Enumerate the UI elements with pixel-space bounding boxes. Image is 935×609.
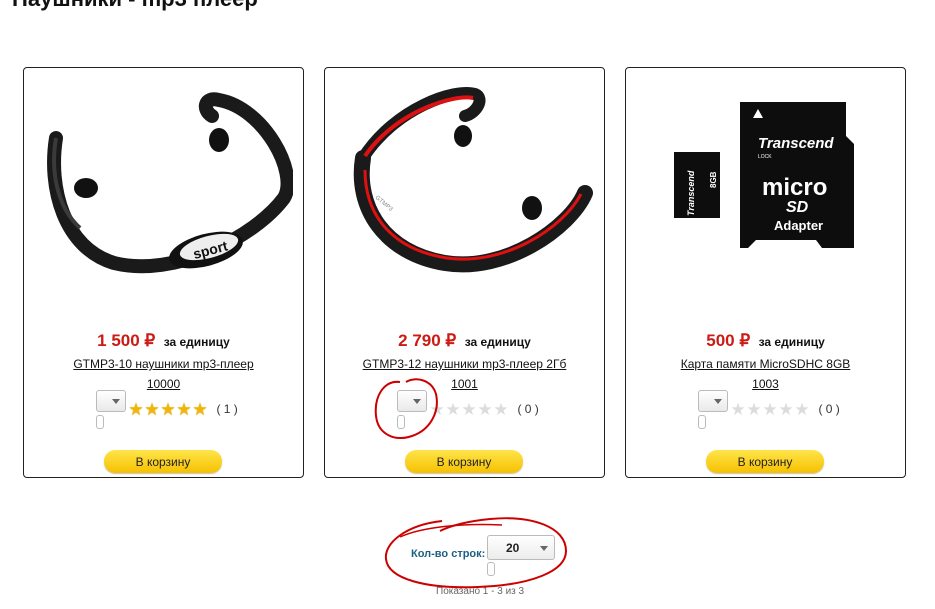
rows-per-page-value: 20: [506, 541, 520, 555]
product-image[interactable]: Transcend LOCK micro SD Adapter Transcen…: [636, 78, 895, 338]
sport-headphones-red-icon: GTMP3: [353, 87, 593, 273]
micro-label: micro: [762, 174, 827, 201]
rows-per-page-select[interactable]: 20: [487, 535, 555, 560]
adapter-label: Adapter: [774, 218, 823, 233]
product-image[interactable]: sport: [34, 78, 293, 338]
star-icon[interactable]: ★: [778, 401, 794, 418]
product-card: sport 1 500 ₽ за единицу GTMP3-10 наушни…: [23, 67, 304, 478]
brand-label: Transcend: [758, 135, 834, 152]
add-to-cart-button[interactable]: В корзину: [405, 450, 523, 473]
price-unit: за единицу: [758, 335, 825, 349]
star-icon[interactable]: ★: [429, 401, 445, 418]
quantity-resize-handle[interactable]: [96, 415, 104, 429]
votes-count: ( 0 ): [517, 402, 539, 416]
rating-stars: ★★★★★ ( 1 ): [128, 401, 238, 420]
quantity-select[interactable]: [397, 390, 427, 412]
chevron-down-icon: [540, 546, 548, 551]
star-icon[interactable]: ★: [160, 401, 176, 418]
lock-label: LOCK: [758, 154, 772, 160]
chevron-down-icon: [413, 399, 421, 404]
star-icon[interactable]: ★: [746, 401, 762, 418]
star-icon[interactable]: ★: [192, 401, 208, 418]
add-to-cart-button[interactable]: В корзину: [104, 450, 222, 473]
product-code-link[interactable]: 10000: [24, 377, 303, 391]
rows-select-resize-handle[interactable]: [487, 562, 495, 576]
star-icon[interactable]: ★: [176, 401, 192, 418]
star-icon[interactable]: ★: [794, 401, 810, 418]
star-icon[interactable]: ★: [477, 401, 493, 418]
product-price: 500 ₽: [706, 331, 751, 350]
votes-count: ( 1 ): [216, 402, 238, 416]
quantity-select[interactable]: [698, 390, 728, 412]
star-icon[interactable]: ★: [762, 401, 778, 418]
results-count: Показано 1 - 3 из 3: [436, 586, 525, 597]
star-icon[interactable]: ★: [730, 401, 746, 418]
price-unit: за единицу: [464, 335, 531, 349]
capacity-label: 8GB: [709, 171, 718, 188]
star-icon[interactable]: ★: [144, 401, 160, 418]
product-card: GTMP3 2 790 ₽ за единицу GTMP3-12 наушни…: [324, 67, 605, 478]
quantity-resize-handle[interactable]: [698, 415, 706, 429]
sport-headphones-icon: sport: [47, 92, 293, 274]
star-icon[interactable]: ★: [461, 401, 477, 418]
star-icon[interactable]: ★: [493, 401, 509, 418]
quantity-resize-handle[interactable]: [397, 415, 405, 429]
star-icon[interactable]: ★: [128, 401, 144, 418]
quantity-select[interactable]: [96, 390, 126, 412]
product-code-link[interactable]: 1003: [626, 377, 905, 391]
product-name-link[interactable]: Карта памяти MicroSDHC 8GB: [626, 357, 905, 371]
rating-stars: ★★★★★ ( 0 ): [429, 401, 539, 420]
product-price: 1 500 ₽: [97, 331, 156, 350]
star-icon[interactable]: ★: [445, 401, 461, 418]
product-name-link[interactable]: GTMP3-10 наушники mp3-плеер: [24, 357, 303, 371]
microsd-card-icon: Transcend LOCK micro SD Adapter Transcen…: [674, 102, 854, 248]
product-image[interactable]: GTMP3: [335, 78, 594, 338]
sd-label: SD: [786, 199, 809, 216]
product-card: Transcend LOCK micro SD Adapter Transcen…: [625, 67, 906, 478]
page-title: Наушники - mp3 плеер: [12, 0, 258, 12]
product-name-link[interactable]: GTMP3-12 наушники mp3-плеер 2Гб: [325, 357, 604, 371]
rows-per-page-label: Кол-во строк:: [411, 548, 486, 560]
product-price: 2 790 ₽: [398, 331, 457, 350]
svg-text:Transcend: Transcend: [686, 170, 696, 216]
chevron-down-icon: [112, 399, 120, 404]
add-to-cart-button[interactable]: В корзину: [706, 450, 824, 473]
product-code-link[interactable]: 1001: [325, 377, 604, 391]
votes-count: ( 0 ): [818, 402, 840, 416]
rating-stars: ★★★★★ ( 0 ): [730, 401, 840, 420]
chevron-down-icon: [714, 399, 722, 404]
price-unit: за единицу: [163, 335, 230, 349]
